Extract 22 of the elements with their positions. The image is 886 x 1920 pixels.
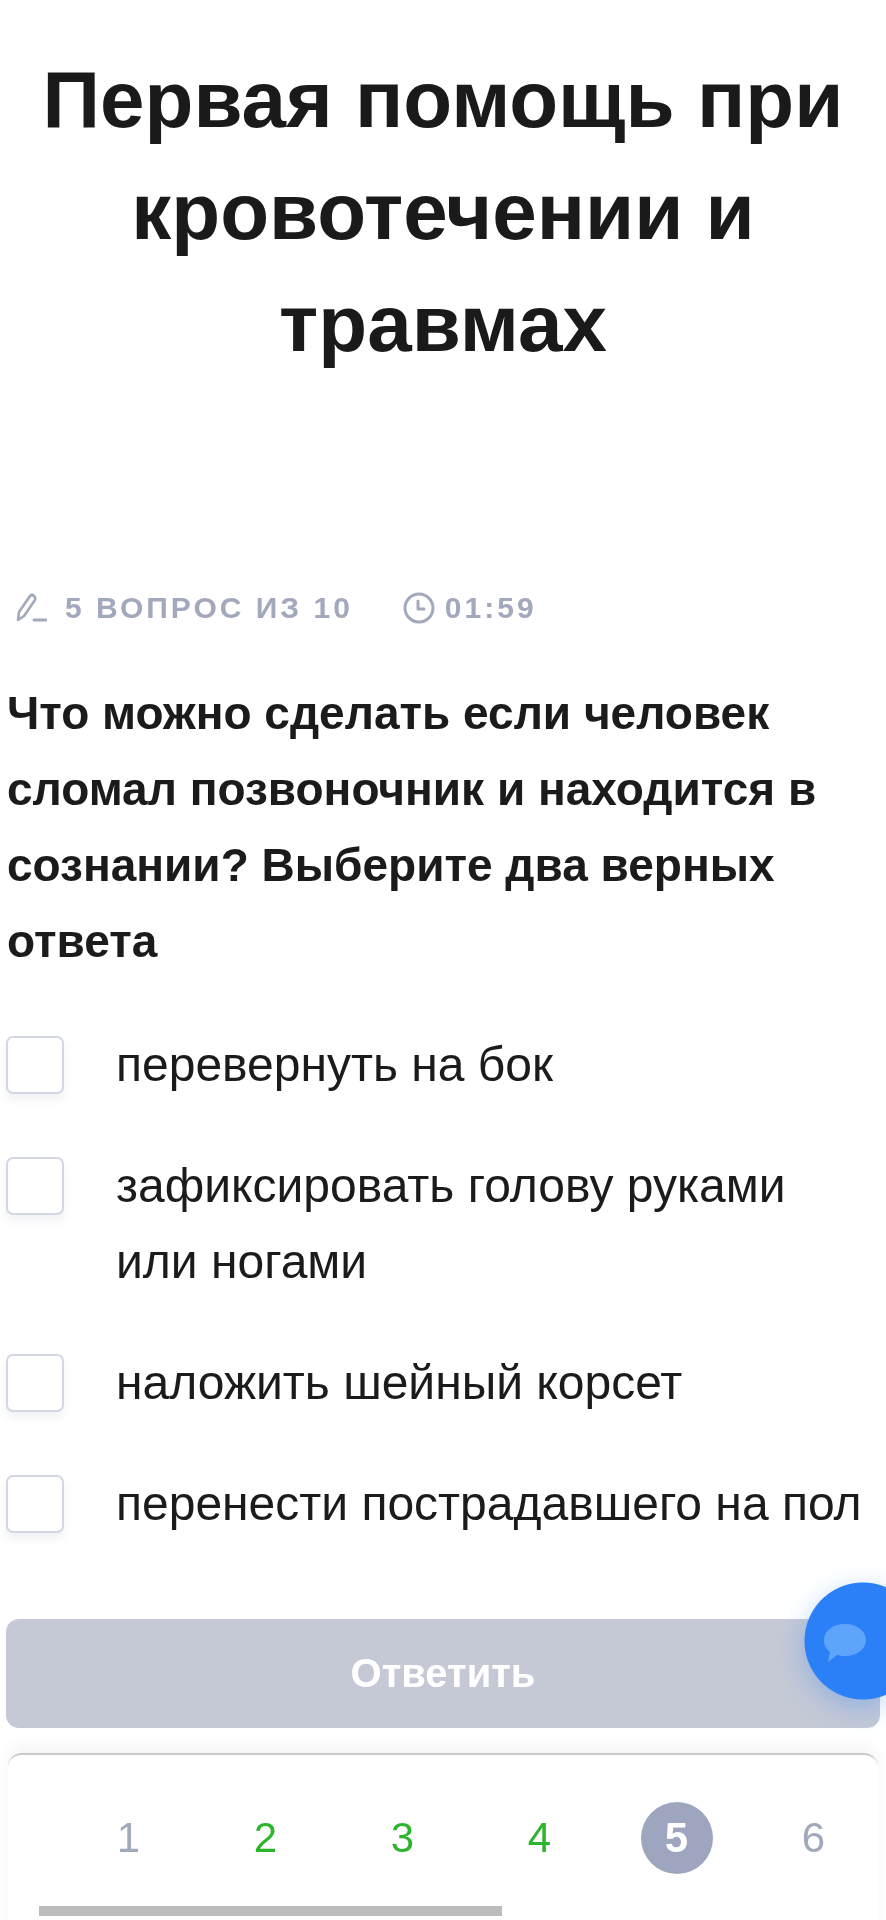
page-number[interactable]: 6 <box>777 1802 850 1874</box>
pencil-icon <box>15 592 47 624</box>
checkbox[interactable] <box>6 1036 64 1094</box>
question-text: Что можно сделать если человек сломал позвоночник и находится в сознании? Выберите два верных ответа <box>6 686 818 969</box>
page-number[interactable]: 4 <box>503 1802 576 1874</box>
checkbox[interactable] <box>6 1475 64 1533</box>
checkbox[interactable] <box>6 1157 64 1215</box>
page-number[interactable]: 2 <box>229 1802 302 1874</box>
question-counter: 5 ВОПРОС ИЗ 10 <box>65 591 353 625</box>
timer-text: 01:59 <box>444 591 537 625</box>
quiz-title: Первая помощь при кровотечении и травмах <box>41 54 845 370</box>
option-label[interactable]: наложить шейный корсет <box>116 1345 683 1421</box>
chat-button[interactable] <box>804 1582 886 1700</box>
page-number[interactable]: 3 <box>366 1802 439 1874</box>
speech-bubble-icon <box>822 1622 868 1664</box>
page-number[interactable]: 1 <box>92 1802 165 1874</box>
option-label[interactable]: зафиксировать голову руками или ногами <box>116 1148 870 1300</box>
clock-icon <box>402 592 435 624</box>
option-label[interactable]: перенести пострадавшего на пол <box>116 1466 862 1542</box>
option-label[interactable]: перевернуть на бок <box>116 1027 553 1103</box>
checkbox[interactable] <box>6 1354 64 1412</box>
page-number[interactable]: 5 <box>640 1802 713 1874</box>
